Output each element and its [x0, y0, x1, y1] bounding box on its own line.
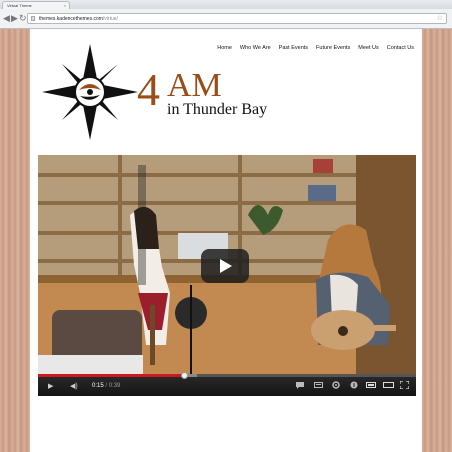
nav-item-home[interactable]: Home [217, 45, 232, 51]
logo-numeral: 4 [137, 64, 160, 115]
nav-item-future-events[interactable]: Future Events [316, 45, 350, 51]
tab-close-icon[interactable]: × [64, 2, 66, 9]
play-overlay-icon [220, 259, 232, 273]
tab-strip: Virtual Theme × [0, 0, 452, 9]
nav-item-meet-us[interactable]: Meet Us [358, 45, 378, 51]
progress-scrubber[interactable] [180, 372, 188, 379]
nav-item-contact-us[interactable]: Contact Us [387, 45, 414, 51]
nav-item-who-we-are[interactable]: Who We Are [240, 45, 271, 51]
compass-logo-icon[interactable] [38, 40, 142, 144]
nav-item-past-events[interactable]: Past Events [279, 45, 308, 51]
reload-icon[interactable]: ↻ [19, 14, 27, 23]
url-path: /virtue/ [102, 16, 118, 22]
captions-icon[interactable] [296, 382, 304, 389]
page-icon [31, 16, 35, 21]
logo-am: AM [167, 67, 222, 104]
video-player[interactable]: ▶ ◀) 0:15 / 0:39 [38, 155, 416, 396]
wood-background-left [0, 29, 30, 452]
theater-icon[interactable] [383, 382, 394, 388]
main-nav: Home Who We Are Past Events Future Event… [217, 45, 414, 51]
forward-icon[interactable]: ▶ [11, 14, 18, 23]
address-bar[interactable]: themes.kadencethemes.com/virtue/ ☆ [27, 13, 447, 24]
volume-icon[interactable]: ◀) [70, 382, 78, 391]
wood-background-right [422, 29, 452, 452]
duration: 0:39 [108, 383, 121, 389]
browser-toolbar: ◀ ▶ ↻ themes.kadencethemes.com/virtue/ ☆ [0, 9, 452, 29]
current-time: 0:15 [92, 383, 104, 389]
progress-played [38, 374, 184, 377]
bookmark-star-icon[interactable]: ☆ [437, 14, 443, 23]
play-overlay-button[interactable] [201, 249, 249, 283]
url-text: themes.kadencethemes.com/virtue/ [39, 15, 118, 23]
page-content: Home Who We Are Past Events Future Event… [30, 29, 422, 452]
time-display: 0:15 / 0:39 [92, 382, 120, 391]
url-domain: themes.kadencethemes.com [39, 16, 103, 22]
browser-tab[interactable]: Virtual Theme × [2, 1, 70, 9]
youtube-info-icon[interactable] [350, 381, 358, 389]
tab-title: Virtual Theme [7, 3, 32, 8]
progress-track[interactable] [38, 372, 416, 379]
back-icon[interactable]: ◀ [3, 14, 10, 23]
play-icon[interactable]: ▶ [48, 382, 53, 391]
video-controls: ▶ ◀) 0:15 / 0:39 [38, 372, 416, 396]
subtitles-icon[interactable] [314, 382, 323, 388]
fullscreen-icon[interactable] [400, 381, 409, 389]
settings-icon[interactable] [332, 381, 340, 389]
small-player-icon[interactable] [366, 382, 376, 388]
logo-subtitle: in Thunder Bay [167, 101, 268, 118]
